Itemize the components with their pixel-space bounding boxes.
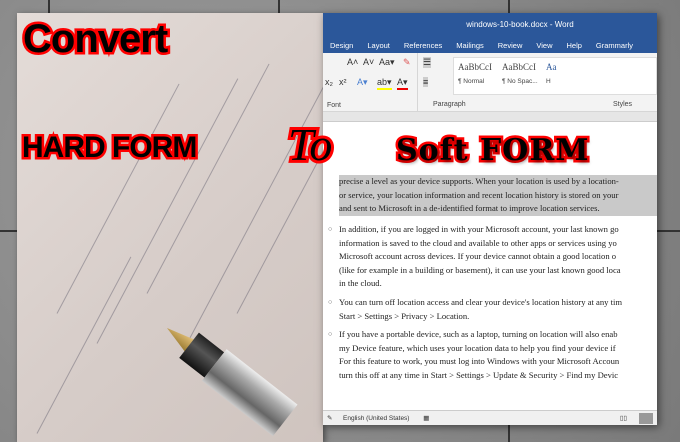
language-status[interactable]: English (United States) [343, 415, 409, 422]
align-left-icon[interactable]: ≡ [423, 77, 429, 87]
fountain-pen [149, 304, 304, 442]
status-bar: ✎ English (United States) ▦ ▯▯ [323, 410, 657, 425]
style-heading[interactable]: Aa H [546, 62, 557, 85]
bullet-icon: ○ [328, 225, 333, 233]
title-convert: Convert [20, 15, 170, 64]
paragraph-2: ○ In addition, if you are logged in with… [328, 224, 621, 288]
read-mode-icon[interactable]: ▯▯ [620, 411, 627, 425]
styles-gallery: AaBbCcI ¶ Normal AaBbCcI ¶ No Spac... Aa H [453, 57, 657, 95]
bullet-icon: ○ [328, 330, 333, 338]
tab-mailings[interactable]: Mailings [449, 41, 491, 50]
ribbon-tabs: Design Layout References Mailings Review… [323, 37, 657, 53]
proofing-icon[interactable]: ✎ [327, 411, 332, 425]
title-to: To [285, 116, 335, 173]
tab-help[interactable]: Help [559, 41, 588, 50]
style-no-spacing[interactable]: AaBbCcI ¶ No Spac... [502, 62, 538, 85]
window-title: windows-10-book.docx - Word [323, 13, 657, 37]
tab-references[interactable]: References [397, 41, 449, 50]
handwriting-photo [17, 13, 323, 442]
paragraph-4: ○ If you have a portable device, such as… [328, 329, 620, 380]
paragraph-group-label: Paragraph [433, 101, 466, 108]
macro-icon[interactable]: ▦ [423, 415, 429, 422]
title-soft-form: Soft FORM [393, 131, 590, 171]
ruler-bar [323, 112, 657, 122]
tab-design[interactable]: Design [323, 41, 360, 50]
paragraph-1: precise a level as your device supports.… [339, 175, 657, 216]
word-window: windows-10-book.docx - Word Design Layou… [323, 13, 657, 425]
styles-group-label: Styles [613, 101, 633, 108]
style-normal[interactable]: AaBbCcI ¶ Normal [458, 62, 492, 85]
tab-view[interactable]: View [529, 41, 559, 50]
ribbon: A˄ A˅ Aa▾ ✎ x₂ x² A▾ ab▾ A▾ Font ☰ ≡ Par… [323, 53, 657, 112]
tab-layout[interactable]: Layout [360, 41, 397, 50]
tab-grammarly[interactable]: Grammarly [589, 41, 640, 50]
bullets-icon[interactable]: ☰ [423, 57, 432, 68]
tab-review[interactable]: Review [491, 41, 530, 50]
paragraph-3: ○ You can turn off location access and c… [328, 297, 623, 321]
title-hard-form: HARD FORM [19, 129, 199, 167]
bullet-icon: ○ [328, 298, 333, 306]
print-layout-icon[interactable] [639, 413, 653, 424]
